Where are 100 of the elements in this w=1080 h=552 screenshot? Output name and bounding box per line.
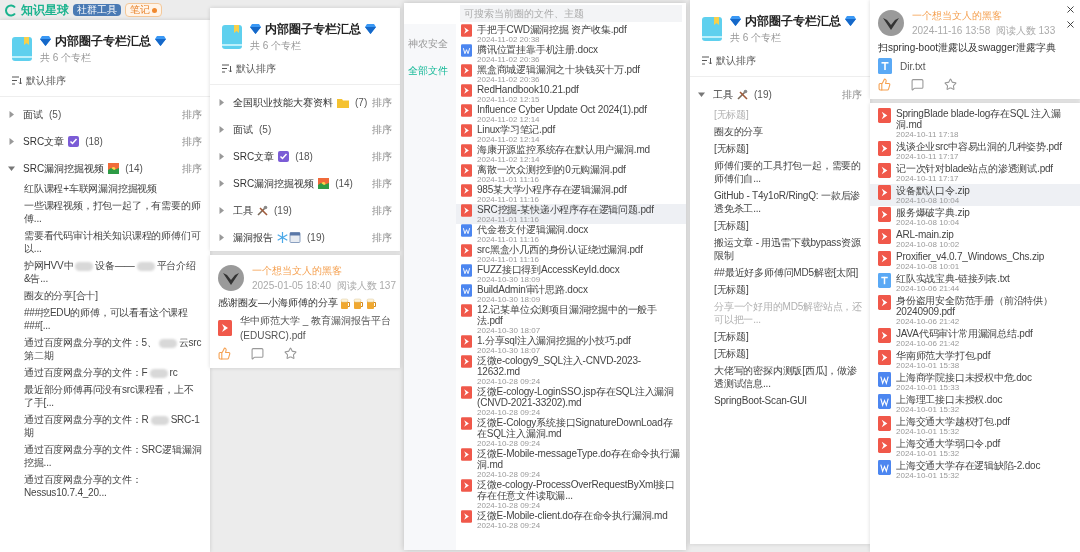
- file-item[interactable]: SRC挖掘-某快递小程序存在逻辑问题.pdf 2024-11-01 11:16: [456, 204, 686, 224]
- article-link[interactable]: SpringBoot-Scan-GUI: [714, 394, 862, 407]
- comment-icon[interactable]: [251, 347, 264, 360]
- category-title[interactable]: 工具: [713, 87, 733, 102]
- category-title[interactable]: 面试: [23, 107, 43, 122]
- sort-button[interactable]: 默认排序: [12, 73, 66, 88]
- sort-link[interactable]: 排序: [372, 95, 392, 110]
- article-link[interactable]: 通过百度网盘分享的文件：SRC逻辑漏洞挖掘...: [24, 443, 202, 469]
- category-title[interactable]: SRC文章: [23, 134, 65, 149]
- file-item[interactable]: 上海理工接口未授权.doc 2024-10-01 15:32: [870, 393, 1080, 415]
- article-link[interactable]: ###挖EDU的师傅，可以看看这个课程###[...: [24, 306, 202, 332]
- file-item[interactable]: 离散一次众测挖到的0元购漏洞.pdf 2024-11-01 11:16: [456, 164, 686, 184]
- article-link[interactable]: [无标题]: [714, 347, 862, 360]
- file-item[interactable]: 上海交通大学越权打包.pdf 2024-10-01 15:32: [870, 415, 1080, 437]
- expand-caret-icon[interactable]: [218, 207, 225, 214]
- file-item[interactable]: ARL-main.zip 2024-10-08 10:02: [870, 228, 1080, 250]
- article-link[interactable]: 通过百度网盘分享的文件：Nessus10.7.4_20...: [24, 473, 202, 499]
- article-link[interactable]: [无标题]: [714, 219, 862, 232]
- file-item[interactable]: 身份盗用安全防范手册（前沿特供）20240909.pdf 2024-10-06 21:42: [870, 294, 1080, 327]
- file-item[interactable]: 代金卷支付逻辑漏洞.docx 2024-11-01 11:16: [456, 224, 686, 244]
- file-item[interactable]: JAVA代码审计常用漏洞总结.pdf 2024-10-06 21:42: [870, 327, 1080, 349]
- sort-button[interactable]: 默认排序: [222, 61, 276, 76]
- file-item[interactable]: 黑盒商城逻辑漏洞之十块钱买十万.pdf 2024-11-02 20:36: [456, 64, 686, 84]
- file-item[interactable]: FUZZ接口得到AccessKeyId.docx 2024-10-30 18:09: [456, 264, 686, 284]
- file-item[interactable]: 泛微E-Mobile-messageType.do存在命令执行漏洞.md 2024-10-28 09:24: [456, 448, 686, 479]
- file-item[interactable]: 手把手CWD漏洞挖掘 资产收集.pdf 2024-11-02 20:38: [456, 24, 686, 44]
- article-link[interactable]: 最近部分师傅再问没有src课程看，上不了手[...: [24, 383, 202, 409]
- file-item[interactable]: 泛微E-Mobile-client.do存在命令执行漏洞.md 2024-10-28 09:24: [456, 510, 686, 530]
- like-icon[interactable]: [878, 78, 891, 91]
- favorite-icon[interactable]: [944, 78, 957, 91]
- expand-caret-icon[interactable]: [218, 126, 225, 133]
- sort-link[interactable]: 排序: [372, 230, 392, 245]
- file-item[interactable]: 服务爆破字典.zip 2024-10-08 10:04: [870, 206, 1080, 228]
- article-link[interactable]: [无标题]: [714, 142, 862, 155]
- article-link[interactable]: [无标题]: [714, 283, 862, 296]
- sort-link[interactable]: 排序: [372, 176, 392, 191]
- file-item[interactable]: 设备默认口令.zip 2024-10-08 10:04: [870, 184, 1080, 206]
- file-item[interactable]: 海康开源监控系统存在默认用户漏洞.md 2024-11-02 12:14: [456, 144, 686, 164]
- collapse-caret-icon[interactable]: [698, 91, 705, 98]
- sort-link[interactable]: 排序: [372, 203, 392, 218]
- file-item[interactable]: Linux学习笔记.pdf 2024-11-02 12:14: [456, 124, 686, 144]
- file-item[interactable]: 浅谈企业src中容易出洞的几种姿势.pdf 2024-10-11 17:17: [870, 140, 1080, 162]
- expand-caret-icon[interactable]: [218, 234, 225, 241]
- file-item[interactable]: 红队实战宝典-链接列表.txt 2024-10-06 21:44: [870, 272, 1080, 294]
- sort-button[interactable]: 默认排序: [702, 53, 756, 68]
- file-item[interactable]: SpringBlade blade-log存在SQL 注入漏洞.md 2024-10-11 17:18: [870, 107, 1080, 140]
- article-link[interactable]: 一些课程视频，打包一起了，有需要的师傅...: [24, 199, 202, 225]
- sort-link[interactable]: 排序: [372, 149, 392, 164]
- file-item[interactable]: src黑盒小几西的身份认证绕过漏洞.pdf 2024-11-01 11:16: [456, 244, 686, 264]
- file-item[interactable]: Proxifier_v4.0.7_Windows_Chs.zip 2024-10-08 10:01: [870, 250, 1080, 272]
- file-item[interactable]: 上海交通大学存在逻辑缺陷-2.doc 2024-10-01 15:32: [870, 459, 1080, 481]
- attachment-name[interactable]: Dir.txt: [900, 58, 926, 74]
- category-title[interactable]: SRC漏洞挖掘视频: [23, 161, 105, 176]
- file-item[interactable]: 985某大学小程序存在逻辑漏洞.pdf 2024-11-01 11:16: [456, 184, 686, 204]
- article-link[interactable]: 师傅们要的工具打包一起，需要的师傅们自...: [714, 159, 862, 185]
- expand-caret-icon[interactable]: [8, 138, 15, 145]
- like-icon[interactable]: [218, 347, 231, 360]
- comment-icon[interactable]: [911, 78, 924, 91]
- category-title[interactable]: 工具: [233, 203, 253, 218]
- file-item[interactable]: 泛微e-cology-ProcessOverRequestByXml接口存在任意文件读取漏... 2024-10-28 09:24: [456, 479, 686, 510]
- article-link[interactable]: ##最近好多师傅问MD5解密[太阳]: [714, 266, 862, 279]
- file-item[interactable]: 泛微E-cology-LoginSSO.jsp存在SQL注入漏洞(CNVD-2021-33202).md 2024-10-28 09:24: [456, 386, 686, 417]
- category-title[interactable]: 漏洞报告: [233, 230, 273, 245]
- article-link[interactable]: 大佬写的密探内测版[西瓜]，做渗透测试信息...: [714, 364, 862, 390]
- file-item[interactable]: BuildAdmin审计思路.docx 2024-10-30 18:09: [456, 284, 686, 304]
- search-field[interactable]: 可搜索当前圈的文件、主题: [460, 5, 682, 22]
- file-item[interactable]: 泛微E-Cology系统接口SignatureDownLoad存在SQL注入漏洞.md 2024-10-28 09:24: [456, 417, 686, 448]
- file-item[interactable]: Influence Cyber Update Oct 2024(1).pdf 2024-11-02 12:14: [456, 104, 686, 124]
- article-link[interactable]: 护网HVV中 设备—— 平台介绍&告...: [24, 259, 202, 285]
- expand-caret-icon[interactable]: [218, 180, 225, 187]
- article-link[interactable]: 需要看代码审计相关知识课程的师傅们可以...: [24, 229, 202, 255]
- sort-link[interactable]: 排序: [182, 107, 202, 122]
- article-link[interactable]: 圈友的分享[合十]: [24, 289, 202, 302]
- category-title[interactable]: SRC漏洞挖掘视频: [233, 176, 315, 191]
- article-link[interactable]: 圈友的分享: [714, 125, 862, 138]
- file-item[interactable]: 上海交通大学弱口令.pdf 2024-10-01 15:32: [870, 437, 1080, 459]
- article-link[interactable]: 红队课程+车联网漏洞挖掘视频: [24, 182, 202, 195]
- category-title[interactable]: SRC文章: [233, 149, 275, 164]
- close-icon[interactable]: [1065, 4, 1076, 15]
- sort-link[interactable]: 排序: [182, 161, 202, 176]
- article-link[interactable]: 搬运文章 - 用迅雷下载bypass资源限制: [714, 236, 862, 262]
- category-title[interactable]: 全国职业技能大赛资料: [233, 95, 333, 110]
- file-item[interactable]: 上海商学院接口未授权中危.doc 2024-10-01 15:33: [870, 371, 1080, 393]
- sort-link[interactable]: 排序: [372, 122, 392, 137]
- file-item[interactable]: 泛微e-cology9_SQL注入-CNVD-2023-12632.md 2024-10-28 09:24: [456, 355, 686, 386]
- file-item[interactable]: RedHandbook10.21.pdf 2024-11-02 12:15: [456, 84, 686, 104]
- close-icon[interactable]: [1065, 19, 1076, 30]
- file-item[interactable]: 记一次针对blade站点的渗透测试.pdf 2024-10-11 17:17: [870, 162, 1080, 184]
- article-link[interactable]: 通过百度网盘分享的文件：F rc: [24, 366, 202, 379]
- sort-link[interactable]: 排序: [182, 134, 202, 149]
- file-item[interactable]: 腾讯位置挂靠手机注册.docx 2024-11-02 20:36: [456, 44, 686, 64]
- article-link[interactable]: GitHub - T4y1oR/RingQ: 一款后渗透免杀工...: [714, 189, 862, 215]
- expand-caret-icon[interactable]: [218, 99, 225, 106]
- expand-caret-icon[interactable]: [218, 153, 225, 160]
- category-title[interactable]: 面试: [233, 122, 253, 137]
- expand-caret-icon[interactable]: [8, 111, 15, 118]
- tag[interactable]: 社群工具: [73, 4, 121, 16]
- file-item[interactable]: 12.记某单位众测项目漏洞挖掘中的一般手法.pdf 2024-10-30 18:07: [456, 304, 686, 335]
- sort-link[interactable]: 排序: [842, 87, 862, 102]
- file-item[interactable]: 华南师范大学打包.pdf 2024-10-01 15:38: [870, 349, 1080, 371]
